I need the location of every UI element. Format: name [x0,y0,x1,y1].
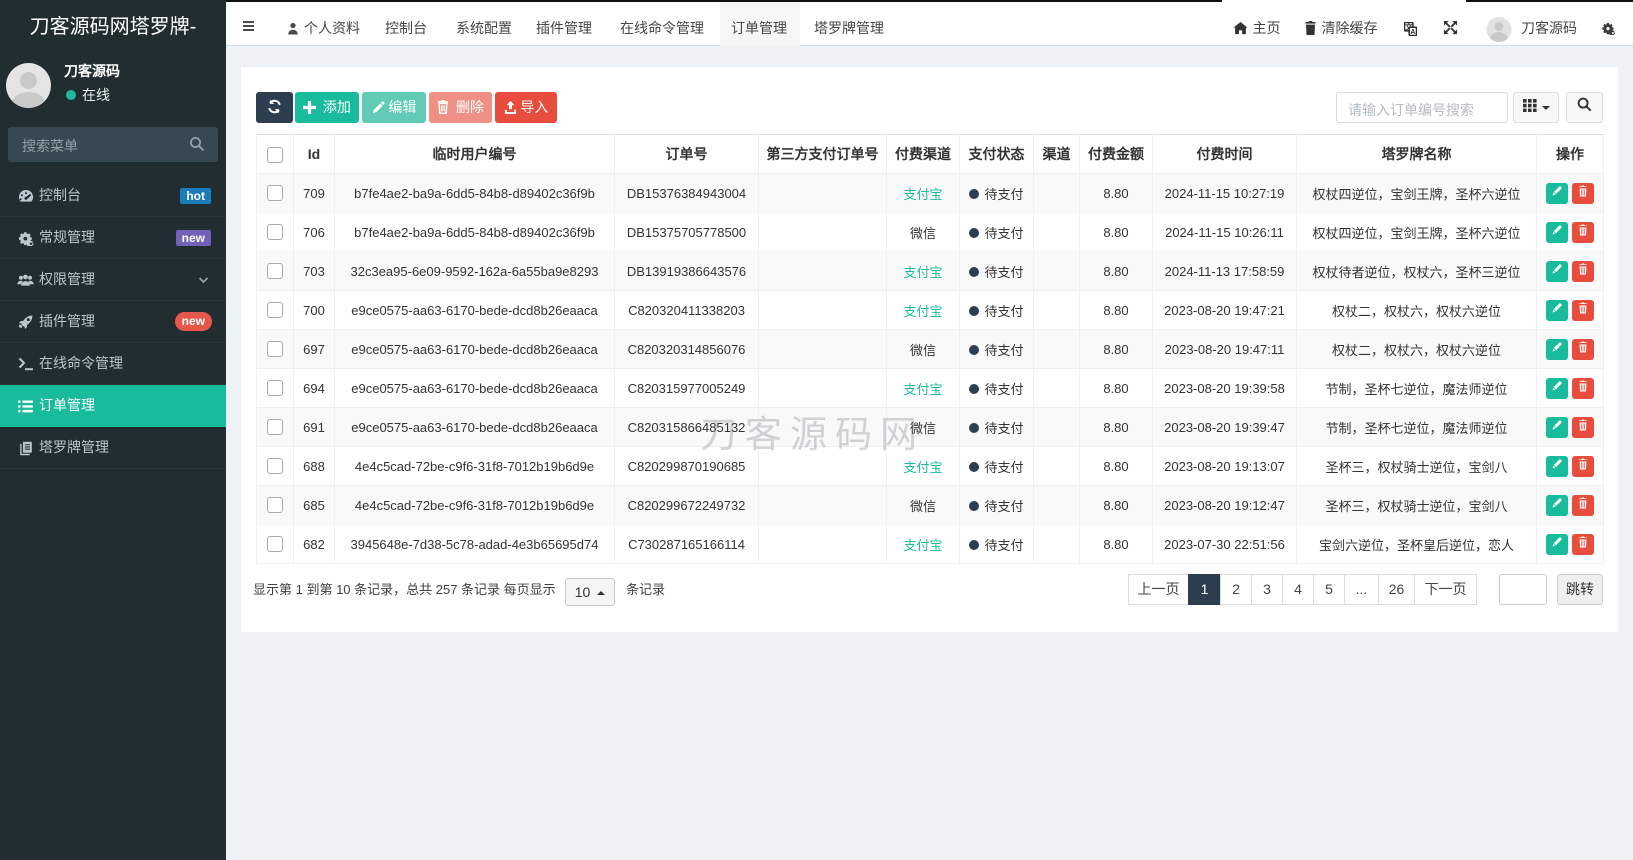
svg-text:A: A [1410,29,1415,36]
